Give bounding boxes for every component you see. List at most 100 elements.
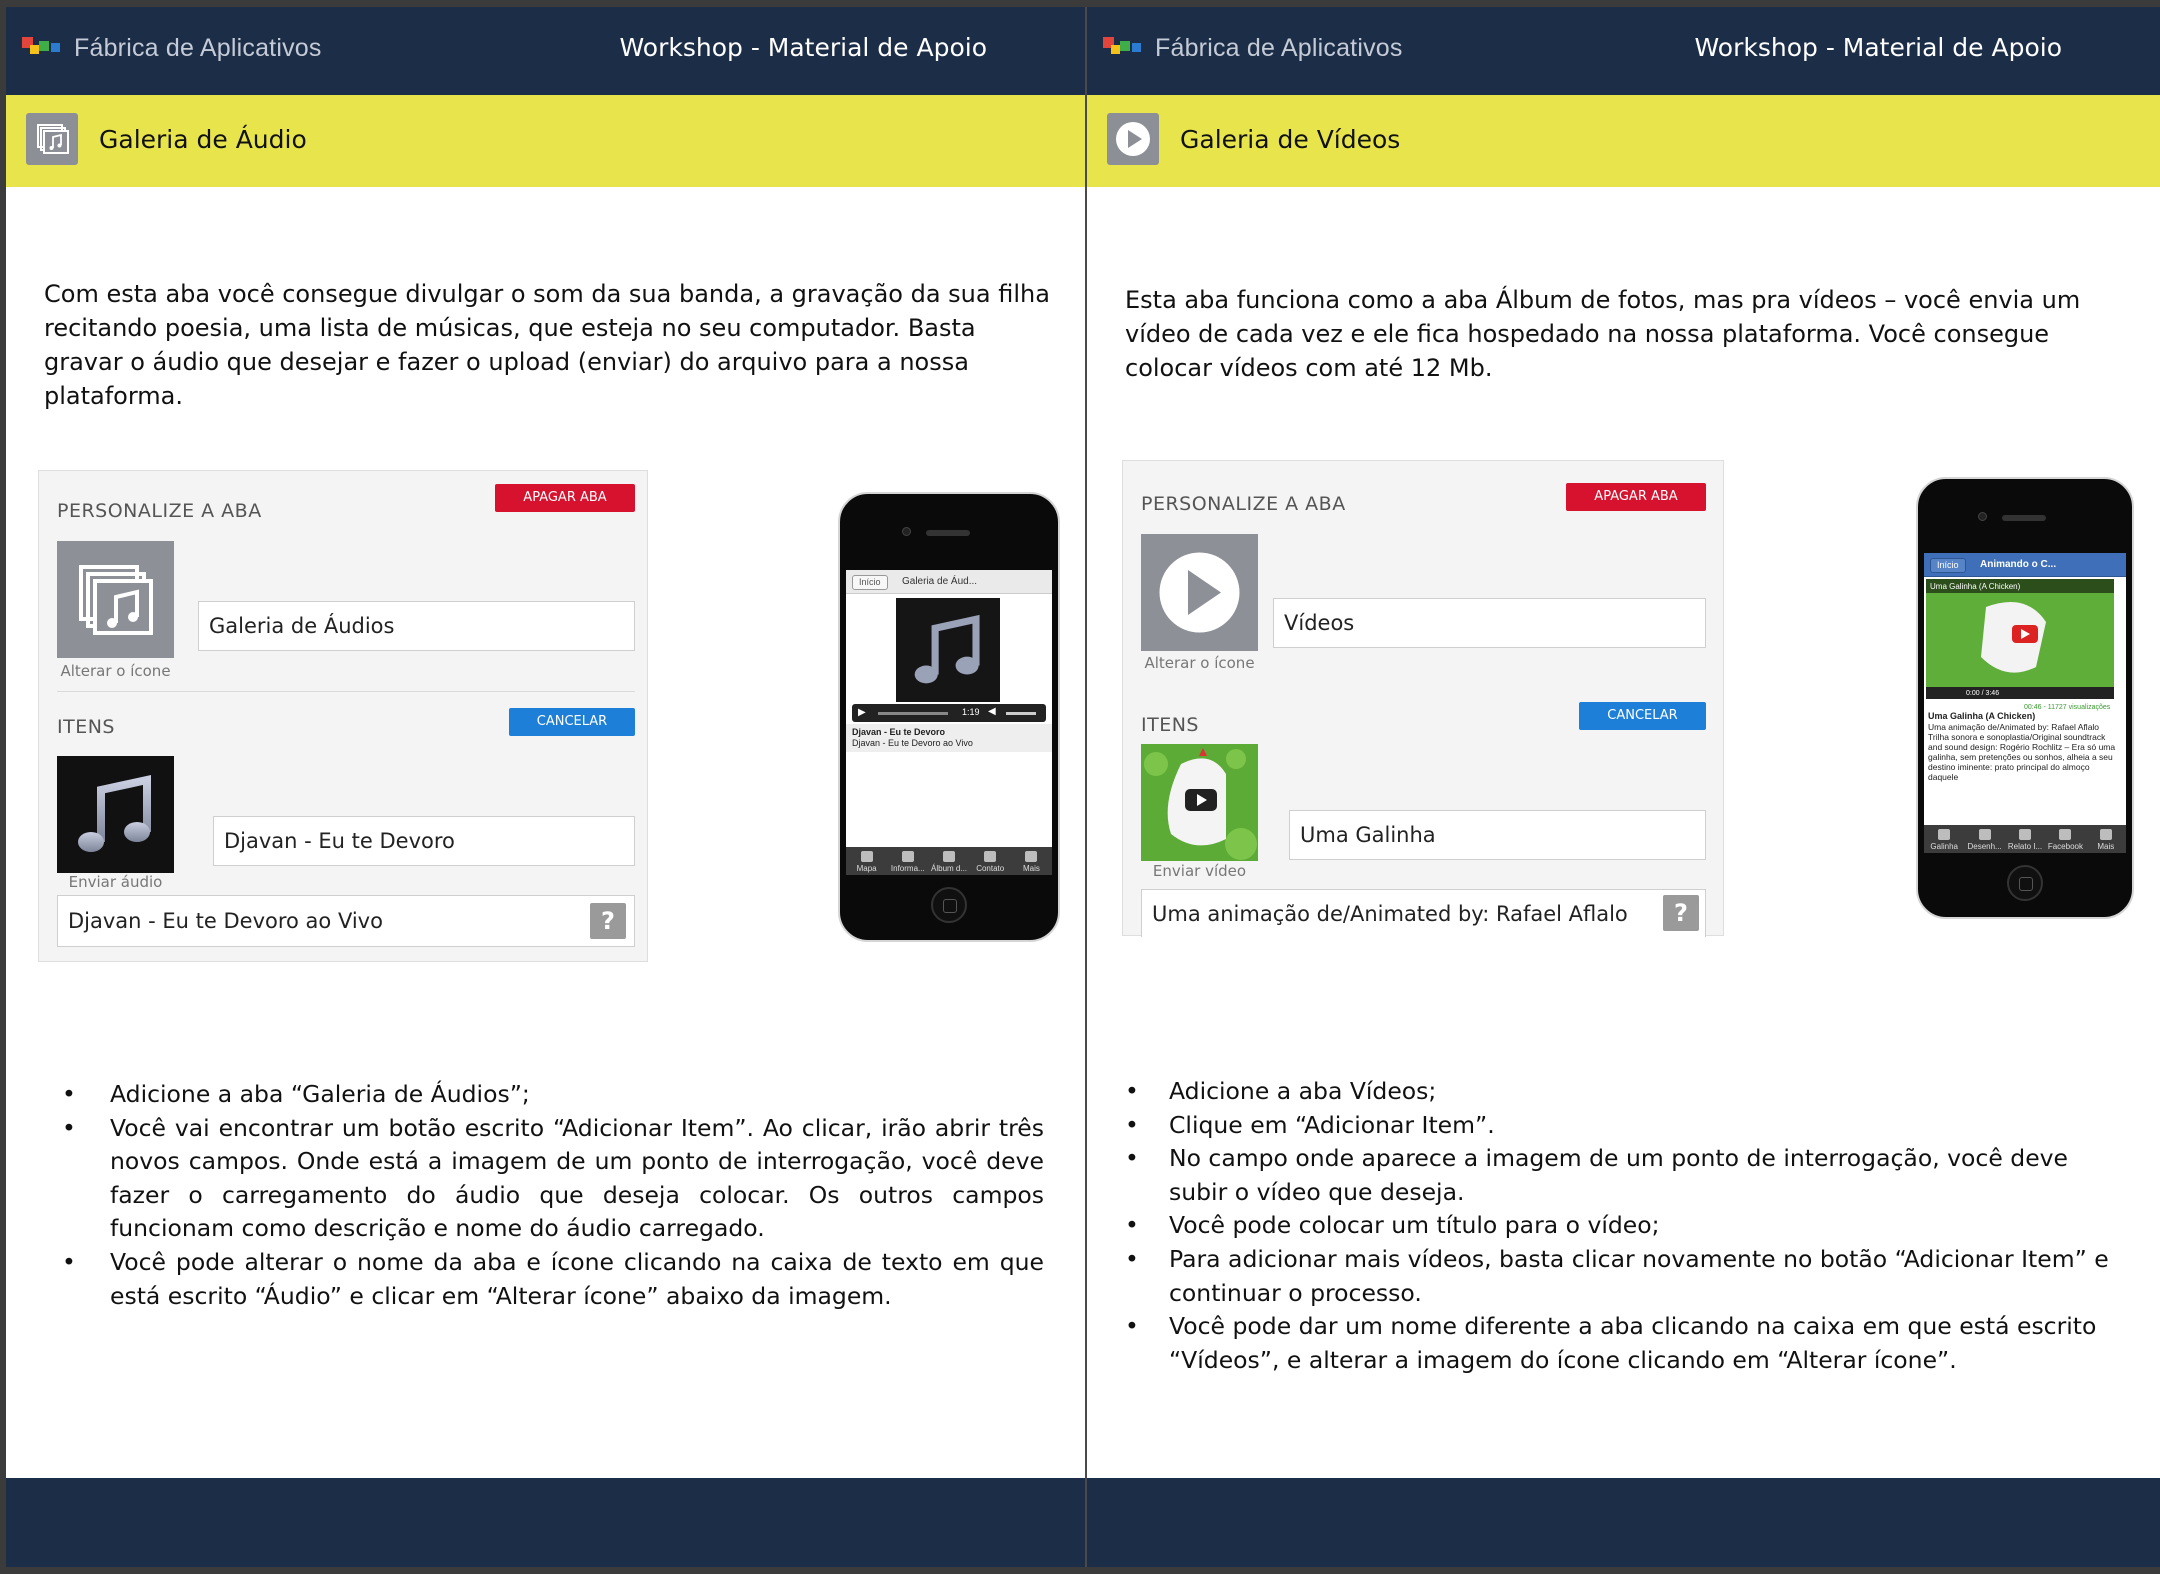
phone-tab-2[interactable]: Álbum d... — [928, 847, 969, 875]
footer-bar — [1087, 1478, 2160, 1567]
phone-mockup: Início Animando o C... Uma Galinha (A Ch… — [1916, 477, 2134, 919]
video-views: 00:46 - 11727 visualizações — [2024, 704, 2111, 711]
panel-divider — [57, 691, 635, 692]
list-item: • Clique em “Adicionar Item”. — [1125, 1110, 1495, 1139]
phone-nav-title: Animando o C... — [1980, 559, 2057, 570]
admin-panel-screenshot: PERSONALIZE A ABA APAGAR ABA Alterar o í… — [1122, 460, 1724, 937]
phone-tab-2[interactable]: Relato I... — [2005, 825, 2045, 853]
audio-item-thumbnail[interactable] — [57, 756, 174, 873]
brand-name: Fábrica de Aplicativos — [74, 34, 322, 62]
upload-video-button[interactable]: ? — [1663, 895, 1699, 931]
music-note-icon — [78, 775, 151, 852]
video-controls[interactable]: 0:00 / 3:46 — [1926, 687, 2114, 699]
cancel-button[interactable]: CANCELAR — [1579, 702, 1706, 730]
item-description-text: Djavan - Eu te Devoro ao Vivo — [68, 909, 383, 933]
phone-tab-4[interactable]: Mais — [1011, 847, 1052, 875]
track-row[interactable]: Djavan - Eu te Devoro Djavan - Eu te Dev… — [846, 724, 1052, 752]
items-label: ITENS — [57, 716, 115, 738]
phone-tab-bar: Mapa Informa... Álbum d... Contato Mais — [846, 847, 1052, 875]
chicken-video-thumbnail-icon — [1141, 744, 1258, 861]
phone-mockup: Início Galeria de Áud... ▶ 1:19 ◀ Djavan… — [838, 492, 1060, 942]
items-label: ITENS — [1141, 714, 1199, 736]
list-item: • No campo onde aparece a imagem de um po… — [1125, 1144, 2069, 1206]
section-title: Galeria de Áudio — [99, 125, 307, 154]
header-bar: Fábrica de Aplicativos Workshop - Materi… — [1087, 7, 2160, 95]
phone-nav-bar: Início Animando o C... — [1924, 553, 2126, 577]
header-bar: Fábrica de Aplicativos Workshop - Materi… — [6, 7, 1085, 95]
section-bar: Galeria de Áudio — [6, 95, 1085, 187]
list-item: • Para adicionar mais vídeos, basta clica… — [1125, 1244, 2109, 1307]
item-description-field[interactable]: Djavan - Eu te Devoro ao Vivo — [57, 895, 635, 947]
player-time: 1:19 — [962, 707, 980, 717]
list-item: • Você pode dar um nome diferente a aba c… — [1125, 1312, 2097, 1374]
send-video-link[interactable]: Enviar vídeo — [1131, 862, 1268, 880]
video-item-thumbnail[interactable] — [1141, 744, 1258, 861]
phone-home-button — [931, 887, 967, 923]
play-icon[interactable]: ▶ — [858, 707, 866, 718]
list-item: • Você vai encontrar um botão escrito “Ad… — [62, 1113, 1044, 1243]
album-art — [896, 598, 1000, 702]
track-title: Djavan - Eu te Devoro — [852, 727, 946, 737]
video-title-bar: Uma Galinha (A Chicken) — [1926, 579, 2114, 593]
delete-tab-button[interactable]: APAGAR ABA — [1566, 483, 1706, 511]
phone-tab-1[interactable]: Desenh... — [1964, 825, 2004, 853]
list-item: • Você pode alterar o nome da aba e ícone… — [62, 1247, 1044, 1310]
item-description-text: Uma animação de/Animated by: Rafael Afla… — [1152, 901, 1628, 926]
brand-logo-icon — [1103, 37, 1147, 63]
document-frame: Fábrica de Aplicativos Workshop - Materi… — [0, 0, 2160, 1574]
phone-tab-bar: Galinha Desenh... Relato I... Facebook M… — [1924, 825, 2126, 853]
phone-camera — [1978, 512, 1987, 521]
upload-audio-button[interactable]: ? — [590, 903, 626, 939]
video-player[interactable]: Uma Galinha (A Chicken) 0:00 / 3:46 — [1926, 579, 2114, 699]
phone-back-button[interactable]: Início — [852, 575, 888, 590]
phone-nav-title: Galeria de Áud... — [902, 576, 978, 587]
change-icon-link[interactable]: Alterar o ícone — [47, 662, 184, 680]
music-note-icon — [914, 614, 980, 684]
video-title: Uma Galinha (A Chicken) — [1930, 582, 2021, 591]
volume-icon[interactable]: ◀ — [988, 706, 996, 717]
volume-slider[interactable] — [1006, 712, 1036, 715]
item-title-field[interactable]: Djavan - Eu te Devoro — [213, 816, 635, 866]
item-title-field[interactable]: Uma Galinha — [1289, 810, 1706, 860]
audio-gallery-icon — [26, 113, 78, 165]
brand-logo-icon — [22, 37, 66, 63]
section-title: Galeria de Vídeos — [1180, 125, 1401, 154]
right-page: Fábrica de Aplicativos Workshop - Materi… — [1087, 7, 2160, 1567]
cancel-button[interactable]: CANCELAR — [509, 708, 635, 736]
phone-tab-0[interactable]: Mapa — [846, 847, 887, 875]
tab-name-field[interactable]: Galeria de Áudios — [198, 601, 635, 651]
phone-screen: Início Galeria de Áud... ▶ 1:19 ◀ Djavan… — [846, 570, 1052, 875]
phone-screen: Início Animando o C... Uma Galinha (A Ch… — [1924, 553, 2126, 853]
play-icon — [1159, 552, 1240, 633]
intro-paragraph: Com esta aba você consegue divulgar o so… — [44, 280, 1050, 410]
play-icon — [1107, 113, 1159, 165]
tab-icon-preview[interactable] — [57, 541, 174, 658]
send-audio-link[interactable]: Enviar áudio — [47, 873, 184, 891]
item-description-field[interactable]: Uma animação de/Animated by: Rafael Afla… — [1141, 889, 1706, 937]
tab-name-field[interactable]: Vídeos — [1273, 598, 1706, 648]
phone-tab-3[interactable]: Contato — [970, 847, 1011, 875]
delete-tab-button[interactable]: APAGAR ABA — [495, 484, 635, 512]
phone-speaker — [926, 530, 970, 536]
phone-tab-3[interactable]: Facebook — [2045, 825, 2085, 853]
phone-back-button[interactable]: Início — [1930, 558, 1966, 573]
list-item: • Adicione a aba Vídeos; — [1125, 1077, 1437, 1105]
header-title: Workshop - Material de Apoio — [619, 33, 987, 62]
seek-bar[interactable] — [878, 712, 948, 715]
header-title: Workshop - Material de Apoio — [1694, 33, 2062, 62]
phone-home-button — [2007, 865, 2043, 901]
phone-tab-0[interactable]: Galinha — [1924, 825, 1964, 853]
list-item: • Adicione a aba “Galeria de Áudios”; — [62, 1080, 530, 1108]
left-page: Fábrica de Aplicativos Workshop - Materi… — [6, 7, 1085, 1567]
instruction-list: • Adicione a aba “Galeria de Áudios”; • Vo… — [54, 1078, 1044, 1313]
tab-icon-preview[interactable] — [1141, 534, 1258, 651]
track-subtitle: Djavan - Eu te Devoro ao Vivo — [852, 738, 973, 748]
personalize-label: PERSONALIZE A ABA — [57, 500, 262, 522]
phone-tab-4[interactable]: Mais — [2086, 825, 2126, 853]
phone-speaker — [2002, 515, 2046, 521]
audio-player-bar[interactable]: ▶ 1:19 ◀ — [852, 704, 1046, 722]
phone-nav-bar: Início Galeria de Áud... — [846, 570, 1052, 594]
brand-name: Fábrica de Aplicativos — [1155, 34, 1403, 62]
phone-tab-1[interactable]: Informa... — [887, 847, 928, 875]
change-icon-link[interactable]: Alterar o ícone — [1131, 654, 1268, 672]
